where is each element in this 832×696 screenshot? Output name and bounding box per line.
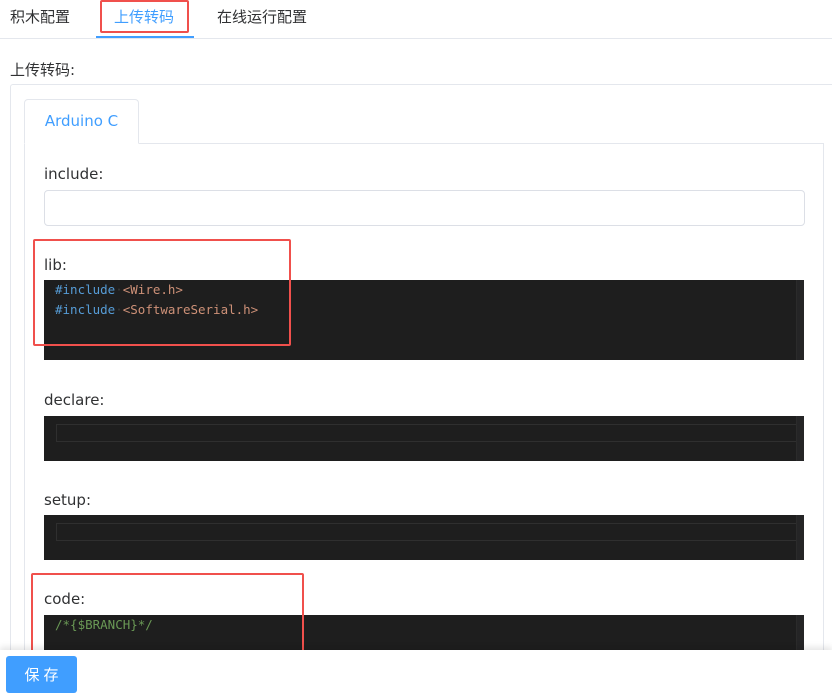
declare-code-editor[interactable] bbox=[44, 416, 804, 461]
setup-code-editor[interactable] bbox=[44, 515, 804, 560]
footer-bar bbox=[0, 650, 832, 696]
code-label: code: bbox=[44, 590, 86, 608]
tab-upload-transcode[interactable]: 上传转码 bbox=[114, 0, 174, 38]
declare-editor-scrollbar[interactable] bbox=[796, 416, 804, 461]
lib-code-editor[interactable]: #include·<Wire.h> #include·<SoftwareSeri… bbox=[44, 280, 804, 360]
top-tab-bar: 积木配置 上传转码 在线运行配置 bbox=[0, 0, 832, 39]
include-label: include: bbox=[44, 165, 104, 183]
lib-label: lib: bbox=[44, 256, 67, 274]
tab-arduino-c[interactable]: Arduino C bbox=[24, 99, 139, 144]
inner-tab-divider bbox=[24, 143, 824, 144]
declare-current-line bbox=[56, 424, 798, 442]
tab-online-run-config[interactable]: 在线运行配置 bbox=[217, 0, 307, 38]
save-button[interactable]: 保存 bbox=[6, 656, 77, 693]
lib-code-line: #include·<SoftwareSerial.h> bbox=[55, 302, 259, 317]
code-code-line: /*{$BRANCH}*/ bbox=[55, 617, 153, 632]
setup-editor-scrollbar[interactable] bbox=[796, 515, 804, 560]
section-title: 上传转码: bbox=[10, 61, 76, 79]
active-tab-indicator bbox=[96, 36, 194, 38]
code-editor-scrollbar[interactable] bbox=[796, 615, 804, 655]
lib-editor-scrollbar[interactable] bbox=[796, 280, 804, 360]
code-code-editor[interactable]: /*{$BRANCH}*/ bbox=[44, 615, 804, 655]
lib-code-line: #include·<Wire.h> bbox=[55, 282, 183, 297]
setup-label: setup: bbox=[44, 491, 92, 509]
include-input[interactable] bbox=[44, 190, 805, 226]
setup-current-line bbox=[56, 523, 798, 541]
tab-block-config[interactable]: 积木配置 bbox=[10, 0, 70, 38]
declare-label: declare: bbox=[44, 391, 105, 409]
